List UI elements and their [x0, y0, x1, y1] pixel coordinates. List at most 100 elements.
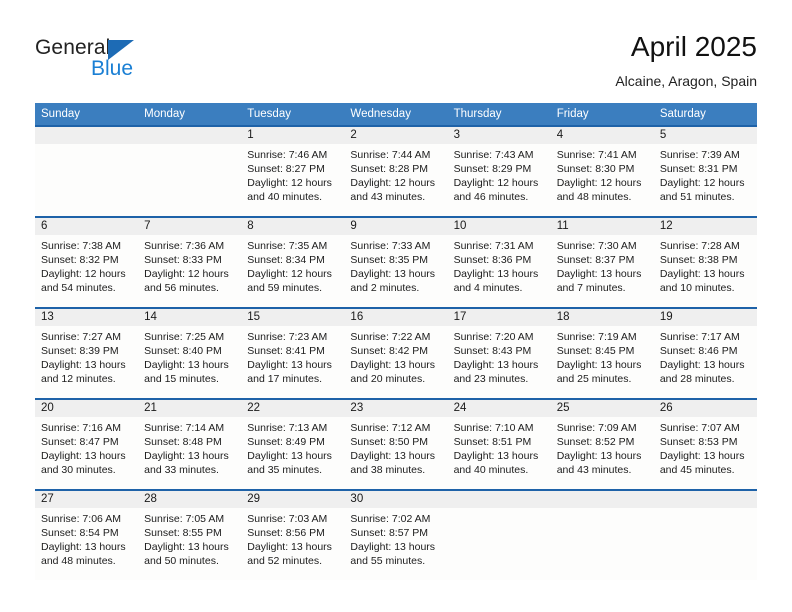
day-number[interactable]: 16: [344, 309, 447, 326]
day-number[interactable]: 27: [35, 491, 138, 508]
day-cell[interactable]: Sunrise: 7:02 AM Sunset: 8:57 PM Dayligh…: [344, 508, 447, 580]
day-number[interactable]: [138, 127, 241, 144]
sunset-text: Sunset: 8:30 PM: [556, 163, 635, 176]
day-cell[interactable]: Sunrise: 7:14 AM Sunset: 8:48 PM Dayligh…: [138, 417, 241, 489]
day-number[interactable]: 3: [448, 127, 551, 144]
day-number[interactable]: 15: [241, 309, 344, 326]
day-number[interactable]: [551, 491, 654, 508]
daylight-text-line2: and 56 minutes.: [144, 282, 219, 295]
day-cell[interactable]: Sunrise: 7:07 AM Sunset: 8:53 PM Dayligh…: [654, 417, 757, 489]
day-cell[interactable]: Sunrise: 7:30 AM Sunset: 8:37 PM Dayligh…: [551, 235, 654, 307]
day-number[interactable]: 30: [344, 491, 447, 508]
day-number[interactable]: [35, 127, 138, 144]
day-number[interactable]: 25: [551, 400, 654, 417]
day-number[interactable]: [448, 491, 551, 508]
daylight-text-line2: and 48 minutes.: [41, 555, 116, 568]
sunset-text: Sunset: 8:36 PM: [453, 254, 532, 267]
day-cell[interactable]: Sunrise: 7:41 AM Sunset: 8:30 PM Dayligh…: [551, 144, 654, 216]
sunrise-text: Sunrise: 7:28 AM: [659, 240, 740, 252]
day-number[interactable]: 18: [551, 309, 654, 326]
day-number[interactable]: 12: [654, 218, 757, 235]
daylight-text-line2: and 38 minutes.: [350, 464, 426, 477]
day-cell[interactable]: Sunrise: 7:25 AM Sunset: 8:40 PM Dayligh…: [138, 326, 241, 398]
daylight-text-line1: Daylight: 12 hours: [247, 177, 332, 190]
day-cell[interactable]: Sunrise: 7:43 AM Sunset: 8:29 PM Dayligh…: [448, 144, 551, 216]
day-cell[interactable]: Sunrise: 7:27 AM Sunset: 8:39 PM Dayligh…: [35, 326, 138, 398]
sunset-text: Sunset: 8:31 PM: [659, 163, 738, 176]
daylight-text-line2: and 2 minutes.: [350, 282, 420, 295]
sunset-text: Sunset: 8:37 PM: [556, 254, 635, 267]
day-cell[interactable]: Sunrise: 7:22 AM Sunset: 8:42 PM Dayligh…: [344, 326, 447, 398]
day-number[interactable]: 14: [138, 309, 241, 326]
day-cell[interactable]: Sunrise: 7:17 AM Sunset: 8:46 PM Dayligh…: [654, 326, 757, 398]
day-number[interactable]: 20: [35, 400, 138, 417]
sunrise-text: Sunrise: 7:19 AM: [556, 331, 637, 343]
day-cell[interactable]: Sunrise: 7:09 AM Sunset: 8:52 PM Dayligh…: [551, 417, 654, 489]
day-cell[interactable]: Sunrise: 7:28 AM Sunset: 8:38 PM Dayligh…: [654, 235, 757, 307]
week-date-band: 20 21 22 23 24 25 26: [35, 400, 757, 417]
daylight-text-line1: Daylight: 12 hours: [556, 177, 642, 190]
day-cell[interactable]: Sunrise: 7:19 AM Sunset: 8:45 PM Dayligh…: [551, 326, 654, 398]
day-number[interactable]: 6: [35, 218, 138, 235]
day-number[interactable]: 10: [448, 218, 551, 235]
calendar-grid: Sunday Monday Tuesday Wednesday Thursday…: [35, 103, 757, 580]
sunrise-text: Sunrise: 7:05 AM: [144, 513, 225, 525]
daylight-text-line1: Daylight: 13 hours: [247, 450, 332, 463]
day-number[interactable]: 28: [138, 491, 241, 508]
day-number[interactable]: 7: [138, 218, 241, 235]
day-cell[interactable]: Sunrise: 7:23 AM Sunset: 8:41 PM Dayligh…: [241, 326, 344, 398]
day-cell[interactable]: Sunrise: 7:13 AM Sunset: 8:49 PM Dayligh…: [241, 417, 344, 489]
day-cell[interactable]: Sunrise: 7:05 AM Sunset: 8:55 PM Dayligh…: [138, 508, 241, 580]
week-content-row: Sunrise: 7:16 AM Sunset: 8:47 PM Dayligh…: [35, 417, 757, 489]
day-cell[interactable]: Sunrise: 7:06 AM Sunset: 8:54 PM Dayligh…: [35, 508, 138, 580]
day-number[interactable]: 21: [138, 400, 241, 417]
page-header: General Blue April 2025 Alcaine, Aragon,…: [0, 0, 792, 102]
day-number[interactable]: [654, 491, 757, 508]
sunset-text: Sunset: 8:46 PM: [659, 345, 738, 358]
sunrise-text: Sunrise: 7:43 AM: [453, 149, 534, 161]
day-number[interactable]: 9: [344, 218, 447, 235]
day-number[interactable]: 19: [654, 309, 757, 326]
sunrise-text: Sunrise: 7:36 AM: [144, 240, 225, 252]
day-cell[interactable]: Sunrise: 7:38 AM Sunset: 8:32 PM Dayligh…: [35, 235, 138, 307]
sunset-text: Sunset: 8:35 PM: [350, 254, 429, 267]
brand-logo[interactable]: General Blue: [35, 36, 275, 88]
day-number[interactable]: 24: [448, 400, 551, 417]
sunrise-text: Sunrise: 7:12 AM: [350, 422, 431, 434]
day-number[interactable]: 23: [344, 400, 447, 417]
day-number[interactable]: 22: [241, 400, 344, 417]
daylight-text-line1: Daylight: 13 hours: [350, 268, 436, 281]
day-number[interactable]: 17: [448, 309, 551, 326]
sunrise-text: Sunrise: 7:07 AM: [659, 422, 740, 434]
day-number[interactable]: 2: [344, 127, 447, 144]
daylight-text-line1: Daylight: 12 hours: [659, 177, 745, 190]
day-cell[interactable]: Sunrise: 7:39 AM Sunset: 8:31 PM Dayligh…: [654, 144, 757, 216]
daylight-text-line2: and 4 minutes.: [453, 282, 523, 295]
week-content-row: Sunrise: 7:46 AM Sunset: 8:27 PM Dayligh…: [35, 144, 757, 216]
day-number[interactable]: 5: [654, 127, 757, 144]
day-number[interactable]: 13: [35, 309, 138, 326]
day-cell[interactable]: Sunrise: 7:16 AM Sunset: 8:47 PM Dayligh…: [35, 417, 138, 489]
day-number[interactable]: 4: [551, 127, 654, 144]
day-cell[interactable]: Sunrise: 7:03 AM Sunset: 8:56 PM Dayligh…: [241, 508, 344, 580]
daylight-text-line2: and 55 minutes.: [350, 555, 426, 568]
day-cell[interactable]: Sunrise: 7:46 AM Sunset: 8:27 PM Dayligh…: [241, 144, 344, 216]
day-number[interactable]: 29: [241, 491, 344, 508]
day-number[interactable]: 26: [654, 400, 757, 417]
day-cell[interactable]: Sunrise: 7:10 AM Sunset: 8:51 PM Dayligh…: [448, 417, 551, 489]
day-cell[interactable]: Sunrise: 7:31 AM Sunset: 8:36 PM Dayligh…: [448, 235, 551, 307]
day-cell[interactable]: Sunrise: 7:44 AM Sunset: 8:28 PM Dayligh…: [344, 144, 447, 216]
day-number[interactable]: 8: [241, 218, 344, 235]
day-cell[interactable]: Sunrise: 7:35 AM Sunset: 8:34 PM Dayligh…: [241, 235, 344, 307]
sunset-text: Sunset: 8:52 PM: [556, 436, 635, 449]
day-cell-empty: [448, 508, 551, 580]
daylight-text-line1: Daylight: 13 hours: [144, 541, 229, 554]
day-cell[interactable]: Sunrise: 7:33 AM Sunset: 8:35 PM Dayligh…: [344, 235, 447, 307]
day-number[interactable]: 1: [241, 127, 344, 144]
day-number[interactable]: 11: [551, 218, 654, 235]
day-header-monday: Monday: [144, 108, 186, 120]
day-cell[interactable]: Sunrise: 7:36 AM Sunset: 8:33 PM Dayligh…: [138, 235, 241, 307]
day-cell[interactable]: Sunrise: 7:20 AM Sunset: 8:43 PM Dayligh…: [448, 326, 551, 398]
day-cell[interactable]: Sunrise: 7:12 AM Sunset: 8:50 PM Dayligh…: [344, 417, 447, 489]
sunset-text: Sunset: 8:49 PM: [247, 436, 325, 449]
